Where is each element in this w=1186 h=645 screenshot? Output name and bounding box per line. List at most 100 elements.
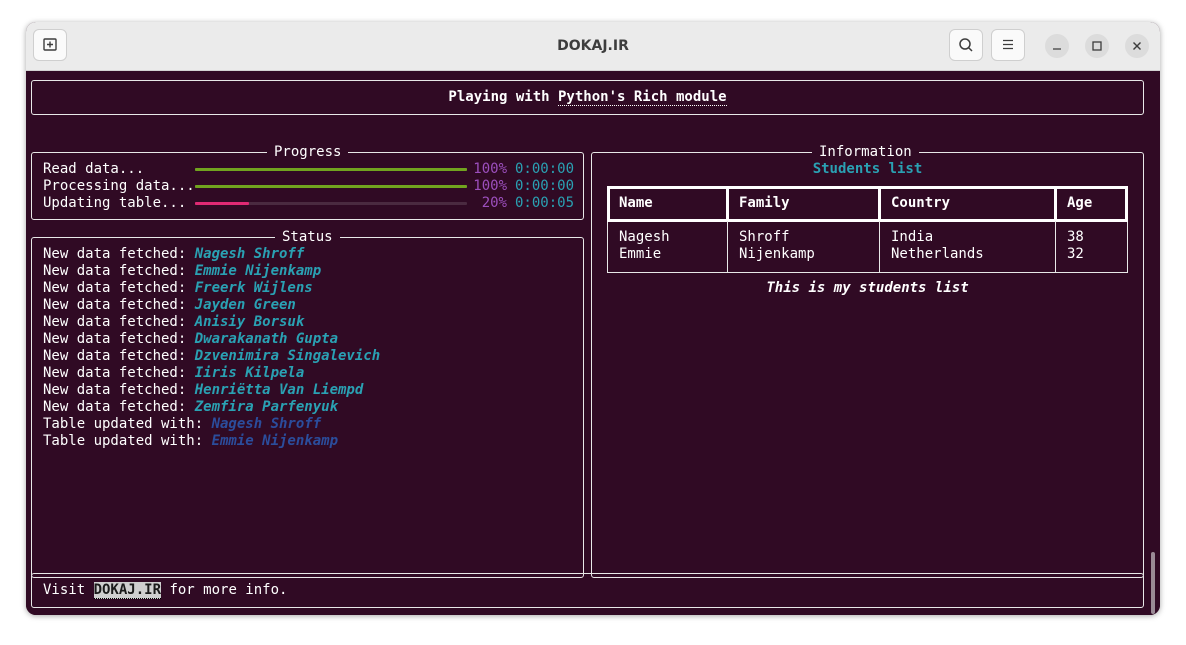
- maximize-icon: [1092, 41, 1102, 51]
- status-line: New data fetched: Henriëtta Van Liempd: [43, 382, 363, 399]
- progress-elapsed-time: 0:00:00: [515, 161, 575, 177]
- students-table-caption: This is my students list: [766, 280, 969, 296]
- table-cell: India: [891, 229, 934, 245]
- minimize-button[interactable]: [1045, 34, 1069, 58]
- progress-bar-fill: [195, 168, 467, 171]
- search-button[interactable]: [949, 29, 983, 61]
- status-line-name: Anisiy Borsuk: [194, 314, 305, 330]
- status-line-name: Dwarakanath Gupta: [194, 331, 339, 347]
- status-line: Table updated with: Nagesh Shroff: [43, 416, 321, 433]
- table-cell: 38: [1067, 229, 1084, 245]
- progress-percent: 100%: [473, 178, 507, 194]
- footer-suffix: for more info.: [161, 582, 288, 598]
- status-line: New data fetched: Emmie Nijenkamp: [43, 263, 321, 280]
- status-line: New data fetched: Iiris Kilpela: [43, 365, 304, 382]
- progress-panel-title: Progress: [267, 144, 349, 161]
- table-cell: Netherlands: [891, 246, 984, 262]
- status-line-prefix: New data fetched:: [43, 263, 195, 279]
- progress-percent: 100%: [473, 161, 507, 177]
- terminal-window: DOKAJ.IR Playing with Python's Rich modu…: [26, 22, 1160, 615]
- footer-text: Visit DOKAJ.IR for more info.: [43, 582, 287, 599]
- table-header-cell: Age: [1067, 195, 1093, 211]
- title-bar: DOKAJ.IR: [26, 22, 1160, 71]
- status-panel-title: Status: [275, 229, 340, 246]
- status-line: New data fetched: Anisiy Borsuk: [43, 314, 304, 331]
- status-line: New data fetched: Jayden Green: [43, 297, 296, 314]
- status-line-name: Iiris Kilpela: [194, 365, 305, 381]
- progress-task: Read data... 100% 0:00:00: [32, 161, 583, 178]
- status-line-name: Freerk Wijlens: [194, 280, 313, 296]
- progress-elapsed-time: 0:00:05: [515, 195, 575, 211]
- menu-button[interactable]: [991, 29, 1025, 61]
- table-cell: 32: [1067, 246, 1084, 262]
- status-line-name: Nagesh Shroff: [194, 246, 305, 262]
- status-line-prefix: New data fetched:: [43, 246, 195, 262]
- status-line-prefix: New data fetched:: [43, 365, 195, 381]
- progress-task: Updating table... 20% 0:00:05: [32, 195, 583, 212]
- status-line-name: Dzvenimira Singalevich: [194, 348, 381, 364]
- progress-percent: 20%: [481, 195, 507, 211]
- scrollbar-thumb[interactable]: [1151, 552, 1155, 614]
- status-line-name: Emmie Nijenkamp: [211, 433, 339, 449]
- progress-panel: Progress Read data... 100% 0:00:00 Processi…: [31, 144, 584, 220]
- status-line-name: Zemfira Parfenyuk: [194, 399, 339, 415]
- header-panel: Playing with Python's Rich module: [31, 80, 1144, 115]
- footer-link[interactable]: DOKAJ.IR: [93, 582, 162, 599]
- table-cell: Shroff: [739, 229, 790, 245]
- status-line-prefix: New data fetched:: [43, 331, 195, 347]
- status-line-prefix: New data fetched:: [43, 280, 195, 296]
- status-line: New data fetched: Dwarakanath Gupta: [43, 331, 338, 348]
- students-table-title: Students list: [812, 161, 923, 177]
- table-cell: Nijenkamp: [739, 246, 815, 262]
- minimize-icon: [1053, 48, 1061, 50]
- status-line-name: Henriëtta Van Liempd: [194, 382, 364, 398]
- table-cell: Nagesh: [619, 229, 670, 245]
- information-panel-title: Information: [812, 144, 919, 161]
- footer-panel: Visit DOKAJ.IR for more info.: [31, 573, 1144, 608]
- status-line: New data fetched: Nagesh Shroff: [43, 246, 304, 263]
- header-text: Playing with Python's Rich module: [32, 89, 1143, 106]
- table-header-cell: Country: [891, 195, 951, 211]
- status-line-prefix: New data fetched:: [43, 382, 195, 398]
- table-header-cell: Family: [739, 195, 790, 211]
- window-title: DOKAJ.IR: [557, 38, 629, 54]
- table-cell: Emmie: [619, 246, 662, 262]
- footer-prefix: Visit: [43, 582, 94, 598]
- progress-bar: [195, 185, 467, 188]
- students-table: Name Family Country Age Nagesh Shroff India 38 E…: [607, 186, 1128, 273]
- status-line-prefix: New data fetched:: [43, 297, 195, 313]
- maximize-button[interactable]: [1085, 34, 1109, 58]
- progress-task-label: Read data...: [43, 161, 145, 177]
- progress-bar-fill: [195, 202, 250, 205]
- close-button[interactable]: [1125, 34, 1149, 58]
- hamburger-menu-icon: [1003, 39, 1013, 50]
- status-line: New data fetched: Freerk Wijlens: [43, 280, 313, 297]
- status-line-name: Emmie Nijenkamp: [194, 263, 322, 279]
- progress-task: Processing data... 100% 0:00:00: [32, 178, 583, 195]
- status-line-name: Jayden Green: [194, 297, 296, 313]
- header-link[interactable]: Python's Rich module: [558, 89, 727, 106]
- status-panel: Status New data fetched: Nagesh Shroff Ne…: [31, 229, 584, 578]
- status-line: New data fetched: Dzvenimira Singalevich: [43, 348, 380, 365]
- status-line-prefix: New data fetched:: [43, 399, 195, 415]
- progress-task-label: Updating table...: [43, 195, 187, 211]
- progress-bar-fill: [195, 185, 467, 188]
- table-header-cell: Name: [619, 195, 653, 211]
- progress-task-label: Processing data...: [43, 178, 195, 194]
- status-line-prefix: Table updated with:: [43, 416, 212, 432]
- status-line-prefix: Table updated with:: [43, 433, 212, 449]
- information-panel: Information Students list Name Family Coun…: [591, 144, 1144, 578]
- status-line-prefix: New data fetched:: [43, 348, 195, 364]
- status-line-name: Nagesh Shroff: [211, 416, 322, 432]
- progress-bar: [195, 168, 467, 171]
- terminal-area[interactable]: Playing with Python's Rich module Progre…: [26, 71, 1160, 615]
- search-icon: [959, 38, 973, 52]
- status-line: Table updated with: Emmie Nijenkamp: [43, 433, 338, 450]
- header-prefix: Playing with: [448, 89, 558, 105]
- status-line: New data fetched: Zemfira Parfenyuk: [43, 399, 338, 416]
- progress-elapsed-time: 0:00:00: [515, 178, 575, 194]
- close-icon: [1133, 42, 1141, 50]
- status-line-prefix: New data fetched:: [43, 314, 195, 330]
- progress-bar: [195, 202, 467, 205]
- students-table-grid: [607, 186, 1128, 273]
